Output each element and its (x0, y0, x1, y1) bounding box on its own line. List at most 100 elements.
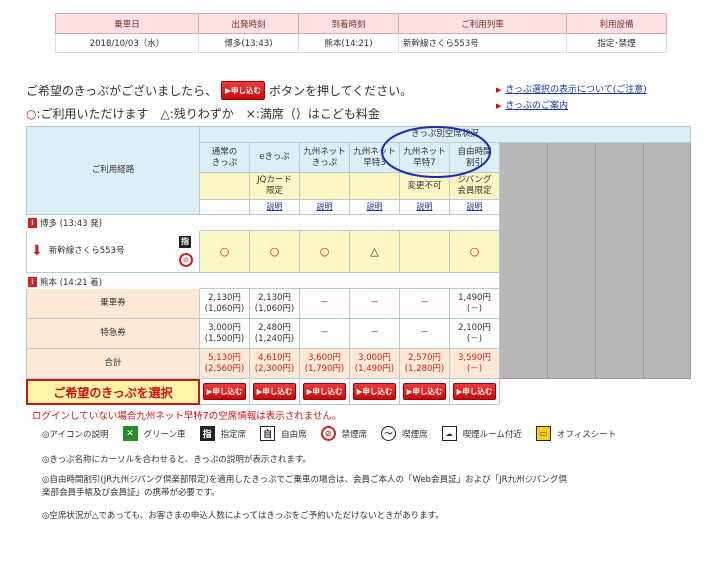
fare-free-time: 1,490円 (－) (450, 289, 500, 319)
empty-column (596, 143, 644, 379)
explain-link-hayatoku7[interactable]: 説明 (417, 202, 433, 212)
explain-link-kyushu-net[interactable]: 説明 (317, 202, 333, 212)
icon-label-non-reserved: 自由席 (281, 429, 307, 440)
apply-button-regular[interactable]: ▶申し込む (202, 382, 247, 401)
empty-column (548, 143, 596, 379)
arrow-down-icon: ⬇ (31, 242, 43, 259)
icon-legend-title: ◎アイコンの説明 (42, 429, 109, 440)
apply-button-e-ticket[interactable]: ▶申し込む (252, 382, 297, 401)
trip-departure: 博多(13:43) (198, 33, 299, 53)
total-free-time: 3,590円 (－) (450, 349, 500, 379)
empty-column (500, 143, 548, 379)
fare-hayatoku3: － (350, 289, 400, 319)
login-warning: ログインしていない場合九州ネット早特7の空席情報は表示されません。 (32, 411, 342, 422)
link-ticket-guide[interactable]: きっぷのご案内 (505, 101, 568, 111)
fare-kyushu-net: － (300, 289, 350, 319)
icon-legend: ◎アイコンの説明 ✕ グリーン車 指 指定席 自 自由席 ⊘ 禁煙席 〜 喫煙席… (42, 426, 624, 441)
express-hayatoku7: － (400, 319, 450, 349)
trip-facility: 指定･禁煙 (566, 33, 667, 53)
arrow-right-icon: ▶ (496, 102, 502, 110)
apply-button-kyushu-net[interactable]: ▶申し込む (302, 382, 347, 401)
arrow-right-icon: ▶ (496, 86, 502, 94)
icon-label-reserved: 指定席 (220, 429, 247, 440)
reserved-seat-icon: 指 (179, 236, 191, 248)
col-name-kyushu-net[interactable]: 九州ネット きっぷ (300, 143, 350, 173)
no-smoking-icon: ⊘ (320, 426, 336, 441)
trip-arrival: 熊本(14:21) (298, 33, 399, 53)
reserved-seat-icon: 指 (199, 426, 215, 441)
express-regular: 3,000円 (1,500円) (200, 319, 250, 349)
note-triangle: ◎空席状況が△であっても、お客さまの申込人数によってはきっぷをご予約いただけない… (42, 511, 444, 521)
departure-label: 博多 (13:43 発) (40, 219, 103, 229)
row-label-express: 特急券 (26, 319, 200, 349)
avail-free-time: ○ (469, 244, 480, 258)
legend-circle: ○ (26, 107, 37, 121)
note-tooltip: ◎きっぷ名称にカーソルを合わせると、きっぷの説明が表示されます。 (42, 455, 312, 465)
avail-e-ticket: ○ (269, 244, 280, 258)
header-arrival: 到着時刻 (298, 13, 399, 34)
row-label-fare: 乗車券 (26, 289, 200, 319)
total-regular: 5,130円 (2,560円) (200, 349, 250, 379)
fare-hayatoku7: － (400, 289, 450, 319)
intro-apply-button-sample: ▶申し込む (221, 81, 265, 100)
info-icon: i (28, 277, 37, 287)
icon-label-office: オフィスシート (556, 429, 617, 440)
col-note-kyushu-net (300, 173, 350, 200)
total-hayatoku3: 3,000円 (1,490円) (350, 349, 400, 379)
fare-regular: 2,130円 (1,060円) (200, 289, 250, 319)
header-train: ご利用列車 (398, 13, 567, 34)
apply-button-hayatoku7[interactable]: ▶申し込む (402, 382, 447, 401)
info-icon: i (28, 218, 37, 228)
empty-column (644, 143, 691, 379)
row-label-total: 合計 (26, 349, 200, 379)
non-reserved-seat-icon: 自 (260, 426, 276, 441)
header-date: 乗車日 (55, 13, 199, 34)
icon-label-smoking: 喫煙席 (402, 429, 428, 440)
side-links: ▶ きっぷ選択の表示について(ご注意) ▶ きっぷのご案内 (496, 82, 647, 114)
trip-train: 新幹線さくら553号 (398, 33, 567, 53)
icon-label-no-smoking: 禁煙席 (341, 429, 368, 440)
intro-before: ご希望のきっぷがございましたら、 (26, 84, 218, 98)
departure-row-fill (200, 215, 500, 231)
explain-link-hayatoku3[interactable]: 説明 (367, 202, 383, 212)
intro-text: ご希望のきっぷがございましたら、 ▶申し込む ボタンを押してください。 (26, 81, 412, 100)
header-departure: 出発時刻 (198, 13, 299, 34)
express-free-time: 2,100円 (－) (450, 319, 500, 349)
trip-summary-table: 乗車日 出発時刻 到着時刻 ご利用列車 利用設備 2018/10/03（水） 博… (55, 13, 667, 53)
arrival-label: 熊本 (14:21 着) (40, 278, 103, 288)
col-name-e-ticket[interactable]: eきっぷ (250, 143, 300, 173)
avail-hayatoku3: △ (370, 244, 379, 258)
explain-link-e-ticket[interactable]: 説明 (267, 202, 283, 212)
icon-label-green-car: グリーン車 (143, 429, 186, 440)
fare-e-ticket: 2,130円 (1,060円) (250, 289, 300, 319)
annotation-circle (381, 126, 491, 178)
note-zipang-1: ◎自由時間割引(JR九州ジパング倶楽部限定)を適用したきっぷでご乗車の場合は、会… (42, 475, 567, 485)
office-seat-icon: ▭ (535, 426, 551, 441)
trip-date: 2018/10/03（水） (55, 33, 199, 53)
apply-button-free-time[interactable]: ▶申し込む (452, 382, 497, 401)
no-smoking-icon: ⊘ (179, 253, 193, 267)
ticket-availability-grid: ご利用経路 きっぷ別空席状況 通常の きっぷ eきっぷ 九州ネット きっぷ 九州… (26, 126, 691, 405)
train-row: ⬇ 新幹線さくら553号 指 ⊘ (26, 231, 200, 273)
arrival-row-fill (200, 273, 500, 289)
intro-after: ボタンを押してください。 (268, 84, 413, 98)
total-kyushu-net: 3,600円 (1,790円) (300, 349, 350, 379)
green-car-icon: ✕ (122, 426, 138, 441)
total-e-ticket: 4,610円 (2,300円) (250, 349, 300, 379)
link-ticket-display-notes[interactable]: きっぷ選択の表示について(ご注意) (505, 85, 646, 95)
select-ticket-label: ご希望のきっぷを選択 (26, 379, 200, 405)
col-note-e-ticket: JQカード 限定 (250, 173, 300, 200)
availability-legend: ○:ご利用いただけます △:残りわずか ×:満席（）はこども料金 (26, 105, 380, 122)
header-facility: 利用設備 (566, 13, 667, 34)
apply-button-hayatoku3[interactable]: ▶申し込む (352, 382, 397, 401)
total-hayatoku7: 2,570円 (1,280円) (400, 349, 450, 379)
trip-summary-header-row: 乗車日 出発時刻 到着時刻 ご利用列車 利用設備 (55, 13, 667, 34)
express-e-ticket: 2,480円 (1,240円) (250, 319, 300, 349)
arrival-station: i 熊本 (14:21 着) (26, 276, 102, 288)
legend-text: :ご利用いただけます △:残りわずか ×:満席（）はこども料金 (36, 107, 380, 121)
icon-label-smoking-room: 喫煙ルーム付近 (462, 429, 522, 440)
trip-summary-row: 2018/10/03（水） 博多(13:43) 熊本(14:21) 新幹線さくら… (55, 33, 667, 53)
explain-link-free-time[interactable]: 説明 (467, 202, 483, 212)
col-name-regular[interactable]: 通常の きっぷ (200, 143, 250, 173)
smoking-room-icon: ☁ (441, 426, 457, 441)
